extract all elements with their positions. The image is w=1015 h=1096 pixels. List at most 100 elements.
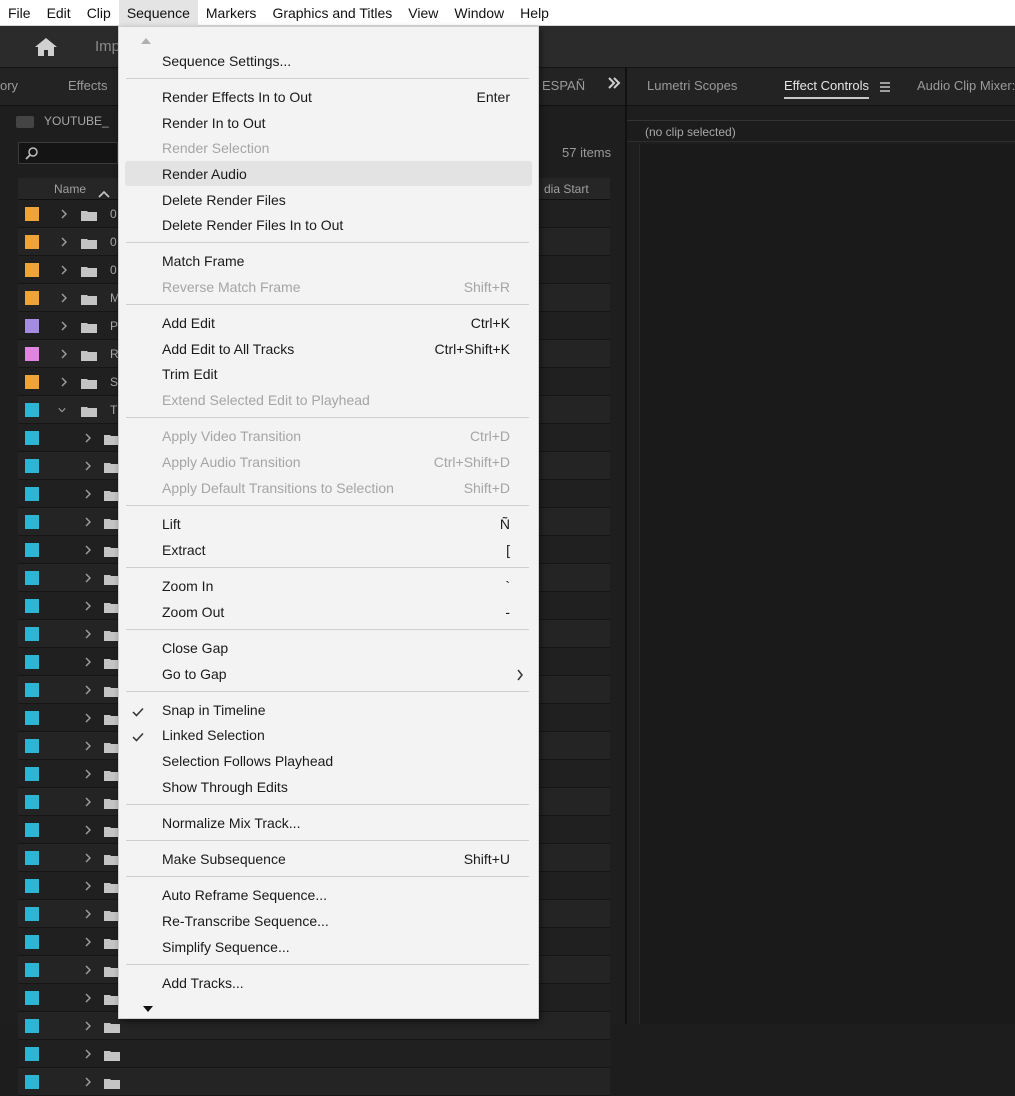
menu-item-delete-render-files-in-out[interactable]: Delete Render Files In to Out [125,212,532,237]
chevron-right-icon[interactable] [84,881,92,891]
label-color-swatch[interactable] [25,739,39,753]
menu-item-zoom-out[interactable]: Zoom Out - [125,599,532,624]
overflow-tabs-icon[interactable] [607,76,621,93]
column-media-start[interactable]: dia Start [544,182,589,196]
chevron-right-icon[interactable] [84,629,92,639]
label-color-swatch[interactable] [25,1075,39,1089]
menu-file[interactable]: File [0,0,39,26]
panel-menu-icon[interactable] [879,80,891,92]
label-color-swatch[interactable] [25,683,39,697]
menu-item-show-through-edits[interactable]: Show Through Edits [125,774,532,799]
home-icon[interactable] [34,37,58,57]
menu-item-normalize-mix-track[interactable]: Normalize Mix Track... [125,810,532,835]
label-color-swatch[interactable] [25,767,39,781]
label-color-swatch[interactable] [25,627,39,641]
chevron-right-icon[interactable] [84,713,92,723]
menu-item-delete-render-files[interactable]: Delete Render Files [125,187,532,212]
label-color-swatch[interactable] [25,571,39,585]
menu-window[interactable]: Window [446,0,512,26]
label-color-swatch[interactable] [25,515,39,529]
menu-item-make-subsequence[interactable]: Make Subsequence Shift+U [125,846,532,871]
list-item[interactable] [18,1068,610,1096]
menu-item-linked-selection[interactable]: Linked Selection [125,722,532,747]
sort-ascending-icon[interactable] [98,185,110,198]
menu-item-lift[interactable]: Lift Ñ [125,511,532,536]
menu-item-sequence-settings[interactable]: Sequence Settings... [125,48,532,73]
label-color-swatch[interactable] [25,851,39,865]
menu-item-trim-edit[interactable]: Trim Edit [125,361,532,386]
label-color-swatch[interactable] [25,1047,39,1061]
label-color-swatch[interactable] [25,235,39,249]
label-color-swatch[interactable] [25,823,39,837]
tab-audio-clip-mixer[interactable]: Audio Clip Mixer: [917,78,1015,93]
chevron-right-icon[interactable] [84,993,92,1003]
label-color-swatch[interactable] [25,487,39,501]
menu-help[interactable]: Help [512,0,557,26]
chevron-right-icon[interactable] [84,461,92,471]
chevron-right-icon[interactable] [84,937,92,947]
chevron-right-icon[interactable] [84,741,92,751]
menu-markers[interactable]: Markers [198,0,265,26]
chevron-right-icon[interactable] [60,237,68,247]
menu-item-add-tracks[interactable]: Add Tracks... [125,970,532,995]
menu-item-add-edit[interactable]: Add Edit Ctrl+K [125,310,532,335]
chevron-right-icon[interactable] [84,909,92,919]
menu-item-auto-reframe[interactable]: Auto Reframe Sequence... [125,882,532,907]
menu-item-add-edit-all-tracks[interactable]: Add Edit to All Tracks Ctrl+Shift+K [125,336,532,361]
label-color-swatch[interactable] [25,711,39,725]
label-color-swatch[interactable] [25,907,39,921]
menu-item-render-in-out[interactable]: Render In to Out [125,110,532,135]
label-color-swatch[interactable] [25,403,39,417]
chevron-right-icon[interactable] [84,601,92,611]
label-color-swatch[interactable] [25,879,39,893]
label-color-swatch[interactable] [25,459,39,473]
column-name[interactable]: Name [54,182,86,196]
tab-effects[interactable]: Effects [68,78,108,93]
label-color-swatch[interactable] [25,991,39,1005]
scroll-down-icon[interactable] [141,1001,155,1012]
label-color-swatch[interactable] [25,963,39,977]
chevron-right-icon[interactable] [84,685,92,695]
label-color-swatch[interactable] [25,207,39,221]
chevron-right-icon[interactable] [60,377,68,387]
menu-item-zoom-in[interactable]: Zoom In ` [125,573,532,598]
menu-sequence[interactable]: Sequence [118,0,198,26]
chevron-right-icon[interactable] [84,853,92,863]
import-tab[interactable]: Imp [95,38,120,55]
chevron-right-icon[interactable] [84,433,92,443]
list-item[interactable] [18,1040,610,1068]
label-color-swatch[interactable] [25,375,39,389]
chevron-right-icon[interactable] [60,321,68,331]
menu-item-retranscribe[interactable]: Re-Transcribe Sequence... [125,908,532,933]
chevron-right-icon[interactable] [84,797,92,807]
chevron-right-icon[interactable] [84,769,92,779]
tab-history[interactable]: ory [0,78,18,93]
tab-lumetri-scopes[interactable]: Lumetri Scopes [647,78,737,93]
label-color-swatch[interactable] [25,431,39,445]
label-color-swatch[interactable] [25,291,39,305]
label-color-swatch[interactable] [25,347,39,361]
chevron-right-icon[interactable] [84,1021,92,1031]
chevron-right-icon[interactable] [60,265,68,275]
search-input[interactable] [18,142,118,164]
label-color-swatch[interactable] [25,319,39,333]
label-color-swatch[interactable] [25,599,39,613]
menu-item-go-to-gap[interactable]: Go to Gap [125,661,532,686]
scroll-up-icon[interactable] [139,33,153,44]
tab-espanol[interactable]: ESPAÑ [542,78,585,93]
label-color-swatch[interactable] [25,543,39,557]
menu-item-render-audio[interactable]: Render Audio [125,161,532,186]
chevron-right-icon[interactable] [84,825,92,835]
menu-item-extract[interactable]: Extract[ [125,537,532,562]
menu-item-snap-in-timeline[interactable]: Snap in Timeline [125,697,532,722]
label-color-swatch[interactable] [25,263,39,277]
menu-view[interactable]: View [400,0,446,26]
chevron-right-icon[interactable] [84,1077,92,1087]
chevron-right-icon[interactable] [60,293,68,303]
menu-item-render-effects[interactable]: Render Effects In to Out Enter [125,84,532,109]
label-color-swatch[interactable] [25,655,39,669]
chevron-right-icon[interactable] [84,489,92,499]
chevron-right-icon[interactable] [84,965,92,975]
menu-clip[interactable]: Clip [79,0,119,26]
chevron-right-icon[interactable] [84,1049,92,1059]
